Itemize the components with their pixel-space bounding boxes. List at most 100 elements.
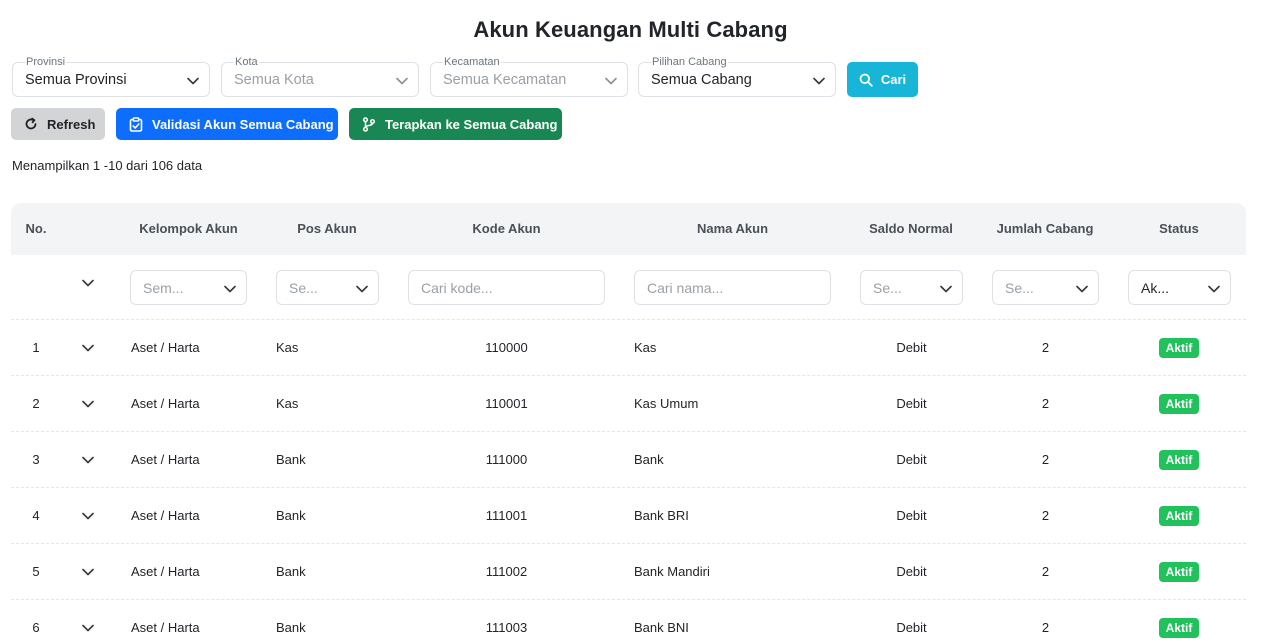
cell-kode: 111001	[485, 508, 528, 523]
kota-value: Semua Kota	[234, 72, 314, 88]
chevron-down-icon[interactable]	[82, 456, 94, 464]
kecamatan-select[interactable]: Kecamatan Semua Kecamatan	[430, 56, 628, 97]
cell-kode: 110000	[485, 340, 528, 355]
cell-no: 3	[32, 452, 40, 467]
cell-nama: Bank Mandiri	[634, 564, 710, 579]
cell-kode: 111003	[485, 620, 528, 635]
chevron-down-icon[interactable]	[82, 624, 94, 632]
cell-no: 6	[32, 620, 40, 635]
status-badge: Aktif	[1159, 562, 1199, 582]
clipboard-check-icon	[129, 116, 143, 132]
cell-kelompok: Aset / Harta	[131, 620, 200, 635]
table-row[interactable]: 1 Aset / Harta Kas 110000 Kas Debit 2 Ak…	[11, 320, 1246, 376]
chevron-down-icon[interactable]	[82, 568, 94, 576]
cell-pos: Bank	[276, 620, 306, 635]
chevron-down-icon[interactable]	[82, 344, 94, 352]
chevron-down-icon[interactable]	[82, 512, 94, 520]
provinsi-label: Provinsi	[25, 56, 67, 68]
cell-kelompok: Aset / Harta	[131, 508, 200, 523]
status-badge: Aktif	[1159, 618, 1199, 638]
chevron-down-icon	[1076, 285, 1088, 293]
pagination-info: Menampilkan 1 -10 dari 106 data	[12, 158, 203, 173]
kecamatan-label: Kecamatan	[443, 56, 501, 68]
table-row[interactable]: 3 Aset / Harta Bank 111000 Bank Debit 2 …	[11, 432, 1246, 488]
header-status[interactable]: Status	[1128, 203, 1230, 255]
pos-filter-value: Se...	[289, 280, 318, 296]
header-kelompok[interactable]: Kelompok Akun	[121, 203, 256, 255]
search-icon	[859, 73, 873, 87]
terapkan-label: Terapkan ke Semua Cabang	[385, 116, 558, 132]
cabang-label: Pilihan Cabang	[651, 56, 728, 68]
validasi-label: Validasi Akun Semua Cabang	[152, 116, 334, 132]
header-jumlah[interactable]: Jumlah Cabang	[992, 203, 1098, 255]
kota-label: Kota	[234, 56, 259, 68]
cell-nama: Bank	[634, 452, 664, 467]
kecamatan-value: Semua Kecamatan	[443, 72, 567, 88]
chevron-down-icon[interactable]	[82, 400, 94, 408]
header-saldo[interactable]: Saldo Normal	[860, 203, 962, 255]
cell-saldo: Debit	[896, 564, 927, 579]
cell-kode: 110001	[485, 396, 528, 411]
status-badge: Aktif	[1159, 506, 1199, 526]
cell-pos: Kas	[276, 396, 299, 411]
status-badge: Aktif	[1159, 338, 1199, 358]
provinsi-select[interactable]: Provinsi Semua Provinsi	[12, 56, 210, 97]
chevron-down-icon	[605, 77, 617, 85]
cell-jumlah: 2	[1041, 620, 1050, 635]
chevron-down-icon	[1208, 285, 1220, 293]
refresh-button[interactable]: Refresh	[11, 108, 105, 140]
jumlah-filter-select[interactable]: Se...	[992, 270, 1099, 305]
cell-jumlah: 2	[1041, 564, 1050, 579]
table-header: No. Kelompok Akun Pos Akun Kode Akun Nam…	[11, 203, 1246, 255]
saldo-filter-value: Se...	[873, 280, 902, 296]
kota-select[interactable]: Kota Semua Kota	[221, 56, 419, 97]
nama-search-input[interactable]: Cari nama...	[634, 270, 831, 305]
header-no: No.	[25, 221, 47, 236]
table-row[interactable]: 6 Aset / Harta Bank 111003 Bank BNI Debi…	[11, 600, 1246, 644]
terapkan-button[interactable]: Terapkan ke Semua Cabang	[349, 108, 562, 140]
kode-search-input[interactable]: Cari kode...	[408, 270, 605, 305]
cell-kelompok: Aset / Harta	[131, 396, 200, 411]
cell-kode: 111002	[485, 564, 528, 579]
kelompok-filter-value: Sem...	[143, 280, 184, 296]
cell-pos: Kas	[276, 340, 299, 355]
column-filter-row: Sem... Se... Cari kode... Cari nama... S…	[11, 255, 1246, 320]
cell-saldo: Debit	[896, 452, 927, 467]
cell-kelompok: Aset / Harta	[131, 452, 200, 467]
provinsi-value: Semua Provinsi	[25, 72, 127, 88]
chevron-down-icon	[396, 77, 408, 85]
cari-button[interactable]: Cari	[847, 62, 918, 97]
chevron-down-icon	[187, 77, 199, 85]
saldo-filter-select[interactable]: Se...	[860, 270, 963, 305]
status-badge: Aktif	[1159, 394, 1199, 414]
table-row[interactable]: 5 Aset / Harta Bank 111002 Bank Mandiri …	[11, 544, 1246, 600]
validasi-akun-button[interactable]: Validasi Akun Semua Cabang	[116, 108, 338, 140]
cell-kelompok: Aset / Harta	[131, 564, 200, 579]
git-branch-icon	[362, 116, 376, 132]
cell-jumlah: 2	[1041, 396, 1050, 411]
header-nama[interactable]: Nama Akun	[634, 203, 831, 255]
cell-pos: Bank	[276, 564, 306, 579]
cari-label: Cari	[880, 72, 907, 87]
header-pos[interactable]: Pos Akun	[276, 203, 378, 255]
jumlah-filter-value: Se...	[1005, 280, 1034, 296]
cell-pos: Bank	[276, 452, 306, 467]
cell-no: 4	[32, 508, 40, 523]
cell-nama: Bank BRI	[634, 508, 689, 523]
cabang-select[interactable]: Pilihan Cabang Semua Cabang	[638, 56, 836, 97]
header-kode[interactable]: Kode Akun	[408, 203, 605, 255]
cell-no: 5	[32, 564, 40, 579]
refresh-label: Refresh	[47, 116, 96, 132]
cell-saldo: Debit	[896, 620, 927, 635]
table-row[interactable]: 2 Aset / Harta Kas 110001 Kas Umum Debit…	[11, 376, 1246, 432]
pos-filter-select[interactable]: Se...	[276, 270, 379, 305]
status-filter-select[interactable]: Ak...	[1128, 270, 1231, 305]
status-badge: Aktif	[1159, 450, 1199, 470]
cell-pos: Bank	[276, 508, 306, 523]
kelompok-filter-select[interactable]: Sem...	[130, 270, 247, 305]
chevron-down-icon	[813, 77, 825, 85]
cell-nama: Kas	[634, 340, 657, 355]
chevron-down-icon[interactable]	[82, 279, 94, 287]
table-row[interactable]: 4 Aset / Harta Bank 111001 Bank BRI Debi…	[11, 488, 1246, 544]
kode-search-placeholder: Cari kode...	[421, 280, 493, 296]
